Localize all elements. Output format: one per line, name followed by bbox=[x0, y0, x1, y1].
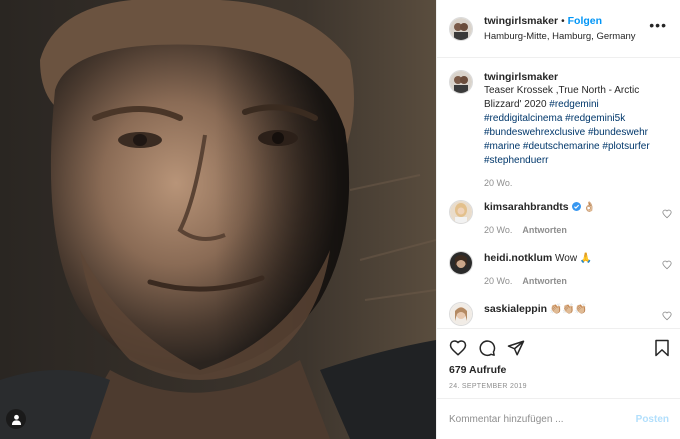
hashtag-link[interactable]: #stephenduerr bbox=[484, 154, 674, 168]
user-tag-icon bbox=[11, 414, 21, 425]
verified-badge-icon bbox=[571, 202, 581, 211]
comment-username[interactable]: heidi.notklum bbox=[484, 252, 552, 264]
caption-time[interactable]: 20 Wo. bbox=[484, 178, 512, 188]
instagram-post: twingirlsmaker • Folgen Hamburg-Mitte, Ham… bbox=[0, 0, 680, 439]
comment-text: 👌🏼 bbox=[583, 202, 596, 213]
reply-button[interactable]: Antworten bbox=[522, 276, 567, 286]
caption-avatar[interactable] bbox=[449, 70, 473, 94]
post-sidebar: twingirlsmaker • Folgen Hamburg-Mitte, Ham… bbox=[436, 0, 680, 439]
comment-text: 👏🏼👏🏼👏🏼 bbox=[549, 304, 588, 315]
caption-username[interactable]: twingirlsmaker bbox=[484, 70, 674, 84]
comment-input[interactable] bbox=[449, 413, 636, 425]
post-date[interactable]: 24. SEPTEMBER 2019 bbox=[449, 383, 527, 390]
share-icon[interactable] bbox=[507, 339, 525, 357]
author-username[interactable]: twingirlsmaker bbox=[484, 15, 558, 27]
video-frame bbox=[0, 0, 436, 439]
user-tag-button[interactable] bbox=[6, 409, 26, 429]
commenter-avatar[interactable] bbox=[449, 200, 473, 224]
separator-dot: • bbox=[561, 15, 565, 27]
hashtag-link[interactable]: #marine #deutschemarine #plotsurfer bbox=[484, 140, 674, 154]
follow-button[interactable]: Folgen bbox=[568, 15, 602, 27]
view-count[interactable]: 679 Aufrufe bbox=[449, 364, 506, 376]
commenter-avatar[interactable] bbox=[449, 251, 473, 275]
hashtag-link[interactable]: #bundeswehrexclusive #bundeswehr bbox=[484, 126, 674, 140]
comment-time[interactable]: 20 Wo. bbox=[484, 276, 512, 286]
comment-like-heart-icon[interactable] bbox=[662, 311, 672, 321]
comment-like-heart-icon[interactable] bbox=[662, 260, 672, 270]
caption: twingirlsmaker Teaser Krossek ,True Nort… bbox=[449, 70, 674, 190]
comment-text: Wow 🙏 bbox=[555, 253, 593, 264]
hashtag-link[interactable]: #reddigitalcinema #redgemini5k bbox=[484, 112, 674, 126]
comment-username[interactable]: kimsarahbrandts bbox=[484, 201, 569, 213]
comment-username[interactable]: saskialeppin bbox=[484, 303, 547, 315]
post-header: twingirlsmaker • Folgen Hamburg-Mitte, Ham… bbox=[437, 0, 680, 58]
post-location[interactable]: Hamburg-Mitte, Hamburg, Germany bbox=[484, 30, 636, 44]
post-comment-button[interactable]: Posten bbox=[636, 414, 669, 425]
post-video[interactable] bbox=[0, 0, 436, 439]
comment-like-heart-icon[interactable] bbox=[662, 209, 672, 219]
comments-list[interactable]: twingirlsmaker Teaser Krossek ,True Nort… bbox=[437, 58, 680, 328]
heart-icon[interactable] bbox=[449, 339, 467, 357]
comment-icon[interactable] bbox=[478, 339, 496, 357]
comment-form: Posten bbox=[437, 398, 680, 439]
hashtag-link[interactable]: #redgemini bbox=[549, 99, 598, 110]
comment-item: saskialeppin 👏🏼👏🏼👏🏼 bbox=[449, 302, 674, 326]
reply-button[interactable]: Antworten bbox=[522, 225, 567, 235]
more-options-icon[interactable]: ••• bbox=[649, 18, 667, 32]
bookmark-icon[interactable] bbox=[654, 339, 670, 357]
post-actions: 679 Aufrufe 24. SEPTEMBER 2019 bbox=[437, 328, 680, 398]
comment-item: kimsarahbrandts 👌🏼 20 Wo. Antworten bbox=[449, 200, 674, 237]
author-avatar[interactable] bbox=[449, 16, 473, 41]
commenter-avatar[interactable] bbox=[449, 302, 473, 326]
comment-item: heidi.notklum Wow 🙏 20 Wo. Antworten bbox=[449, 251, 674, 288]
comment-time[interactable]: 20 Wo. bbox=[484, 225, 512, 235]
